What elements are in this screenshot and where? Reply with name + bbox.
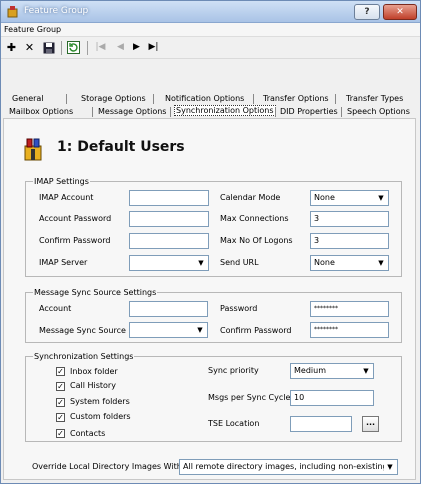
window-title: Feature Group: [24, 6, 89, 16]
imap-settings-legend: IMAP Settings: [34, 177, 89, 186]
refresh-icon[interactable]: [66, 40, 81, 55]
msgs-per-sync-cycle-label: Msgs per Sync Cycle: [208, 393, 291, 402]
app-icon: [7, 6, 18, 18]
delete-icon[interactable]: ✕: [22, 40, 37, 55]
tab-divider: [170, 107, 171, 117]
tab-mailbox-options[interactable]: Mailbox Options: [9, 107, 73, 116]
tab-transfer-types[interactable]: Transfer Types: [346, 94, 403, 103]
system-folders-checkbox[interactable]: ✓: [56, 398, 65, 407]
tse-location-field[interactable]: [290, 416, 352, 432]
call-history-label: Call History: [70, 381, 116, 390]
source-password-label: Password: [220, 304, 258, 313]
sync-priority-dropdown[interactable]: Medium ▼: [290, 363, 374, 379]
message-sync-source-label: Message Sync Source: [39, 326, 126, 335]
previous-record-icon[interactable]: ◀: [113, 40, 128, 55]
last-record-icon[interactable]: ▶|: [146, 40, 161, 55]
toolbar: ✚ ✕ |◀ ◀ ▶ ▶|: [1, 37, 420, 59]
source-account-label: Account: [39, 304, 72, 313]
confirm-password-field[interactable]: [129, 233, 209, 249]
tab-divider: [335, 94, 336, 104]
first-record-icon[interactable]: |◀: [93, 40, 108, 55]
max-connections-field[interactable]: 3: [310, 211, 389, 227]
tab-divider: [92, 107, 93, 117]
chevron-down-icon: ▼: [194, 324, 206, 336]
tab-divider: [253, 94, 254, 104]
custom-folders-label: Custom folders: [70, 412, 131, 421]
imap-server-label: IMAP Server: [39, 258, 88, 267]
message-sync-source-legend: Message Sync Source Settings: [34, 288, 157, 297]
source-confirm-password-field[interactable]: ********: [310, 322, 389, 338]
tab-transfer-options[interactable]: Transfer Options: [263, 94, 329, 103]
custom-folders-checkbox[interactable]: ✓: [56, 413, 65, 422]
tab-speech-options[interactable]: Speech Options: [347, 107, 410, 116]
contacts-checkbox[interactable]: ✓: [56, 429, 65, 438]
calendar-mode-label: Calendar Mode: [220, 193, 281, 202]
tab-storage-options[interactable]: Storage Options: [81, 94, 146, 103]
tab-message-options[interactable]: Message Options: [98, 107, 166, 116]
tab-general[interactable]: General: [12, 94, 44, 103]
tab-did-properties[interactable]: DID Properties: [280, 107, 338, 116]
save-icon[interactable]: [41, 40, 56, 55]
max-connections-label: Max Connections: [220, 214, 289, 223]
close-button[interactable]: ✕: [383, 4, 417, 20]
override-directory-images-label: Override Local Directory Images With: [32, 462, 182, 471]
sync-priority-label: Sync priority: [208, 366, 259, 375]
tse-browse-button[interactable]: ...: [362, 416, 379, 432]
tab-divider: [341, 107, 342, 117]
tab-synchronization-options[interactable]: Synchronization Options: [174, 105, 276, 116]
imap-account-field[interactable]: [129, 190, 209, 206]
confirm-password-label: Confirm Password: [39, 236, 111, 245]
menu-strip: Feature Group: [1, 23, 420, 37]
send-url-dropdown[interactable]: None ▼: [310, 255, 389, 271]
calendar-mode-dropdown[interactable]: None ▼: [310, 190, 389, 206]
toolbar-separator: [87, 41, 88, 55]
contacts-label: Contacts: [70, 429, 106, 438]
send-url-value: None: [314, 258, 335, 267]
msgs-per-sync-cycle-field[interactable]: 10: [290, 390, 374, 406]
chevron-down-icon: ▼: [375, 257, 387, 269]
chevron-down-icon: ▼: [375, 192, 387, 204]
source-account-field[interactable]: [129, 301, 208, 317]
imap-server-dropdown[interactable]: ▼: [129, 255, 209, 271]
max-logons-label: Max No Of Logons: [220, 236, 293, 245]
source-confirm-password-label: Confirm Password: [220, 326, 292, 335]
tse-location-label: TSE Location: [208, 419, 260, 428]
menu-feature-group[interactable]: Feature Group: [4, 25, 61, 34]
override-directory-images-value: All remote directory images, including n…: [183, 462, 388, 471]
tab-divider: [275, 107, 276, 117]
inbox-folder-checkbox[interactable]: ✓: [56, 367, 65, 376]
page-title: 1: Default Users: [57, 139, 185, 155]
tab-divider: [153, 94, 154, 104]
system-folders-label: System folders: [70, 397, 130, 406]
calendar-mode-value: None: [314, 193, 335, 202]
call-history-checkbox[interactable]: ✓: [56, 382, 65, 391]
send-url-label: Send URL: [220, 258, 259, 267]
override-directory-images-dropdown[interactable]: All remote directory images, including n…: [179, 459, 398, 475]
message-sync-source-dropdown[interactable]: ▼: [129, 322, 208, 338]
title-bar: Feature Group ? ✕: [1, 1, 420, 23]
chevron-down-icon: ▼: [384, 461, 396, 473]
account-password-label: Account Password: [39, 214, 112, 223]
tab-notification-options[interactable]: Notification Options: [165, 94, 244, 103]
synchronization-settings-legend: Synchronization Settings: [34, 352, 134, 361]
toolbar-separator: [61, 41, 62, 55]
help-button[interactable]: ?: [354, 4, 380, 20]
account-password-field[interactable]: [129, 211, 209, 227]
source-password-field[interactable]: ********: [310, 301, 389, 317]
tab-divider: [66, 94, 67, 104]
sync-priority-value: Medium: [294, 366, 326, 375]
tab-strip: General Storage Options Notification Opt…: [1, 59, 420, 119]
next-record-icon[interactable]: ▶: [129, 40, 144, 55]
chevron-down-icon: ▼: [195, 257, 207, 269]
users-group-icon: [24, 138, 42, 161]
chevron-down-icon: ▼: [360, 365, 372, 377]
inbox-folder-label: Inbox folder: [70, 367, 118, 376]
imap-account-label: IMAP Account: [39, 193, 94, 202]
max-logons-field[interactable]: 3: [310, 233, 389, 249]
add-icon[interactable]: ✚: [4, 40, 19, 55]
